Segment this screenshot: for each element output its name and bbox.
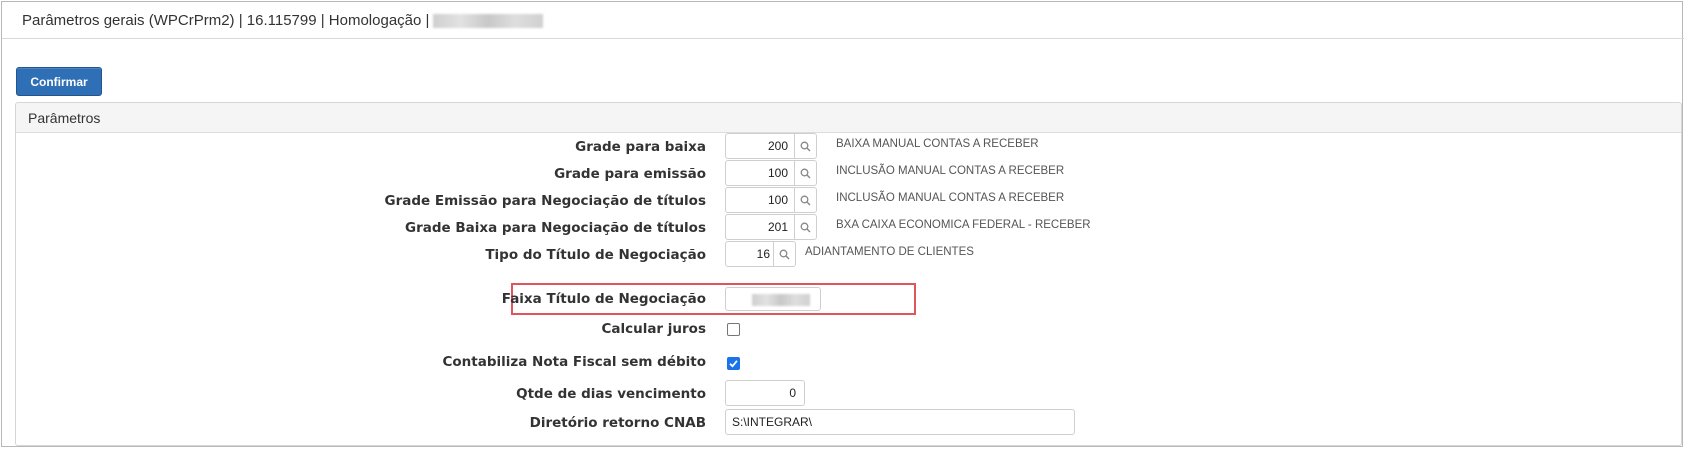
grade-emissao-negociacao-description: INCLUSÃO MANUAL CONTAS A RECEBER xyxy=(836,192,1065,204)
window-title-text: Parâmetros gerais (WPCrPrm2) | 16.115799… xyxy=(22,12,430,29)
search-icon[interactable] xyxy=(794,161,816,185)
grade-emissao-negociacao-label: Grade Emissão para Negociação de títulos xyxy=(384,193,706,209)
faixa-titulo-negociacao-label: Faixa Título de Negociação xyxy=(501,291,706,307)
row-grade-baixa-negociacao: Grade Baixa para Negociação de títulos B… xyxy=(16,214,1681,242)
grade-emissao-input[interactable] xyxy=(726,161,794,185)
search-icon[interactable] xyxy=(773,242,795,266)
diretorio-cnab-input[interactable] xyxy=(725,409,1075,435)
grade-baixa-negociacao-input[interactable] xyxy=(726,215,794,239)
tipo-titulo-negociacao-lookup xyxy=(725,241,796,267)
contabiliza-nf-checkbox[interactable] xyxy=(727,357,740,370)
window-title: Parâmetros gerais (WPCrPrm2) | 16.115799… xyxy=(22,12,544,29)
grade-emissao-description: INCLUSÃO MANUAL CONTAS A RECEBER xyxy=(836,165,1065,177)
calcular-juros-checkbox[interactable] xyxy=(727,323,740,336)
search-icon[interactable] xyxy=(794,215,816,239)
row-grade-baixa: Grade para baixa BAIXA MANUAL CONTAS A R… xyxy=(16,133,1681,161)
grade-emissao-lookup xyxy=(725,160,817,186)
grade-baixa-negociacao-description: BXA CAIXA ECONOMICA FEDERAL - RECEBER xyxy=(836,219,1091,231)
grade-baixa-negociacao-label: Grade Baixa para Negociação de títulos xyxy=(405,220,706,236)
row-grade-emissao-negociacao: Grade Emissão para Negociação de títulos… xyxy=(16,187,1681,215)
row-qtde-dias: Qtde de dias vencimento xyxy=(16,380,1681,408)
grade-baixa-negociacao-lookup xyxy=(725,214,817,240)
faixa-titulo-negociacao-input[interactable] xyxy=(725,287,821,311)
calcular-juros-label: Calcular juros xyxy=(601,321,706,337)
qtde-dias-input[interactable] xyxy=(725,380,805,406)
redacted-value xyxy=(752,294,810,306)
search-icon[interactable] xyxy=(794,134,816,158)
contabiliza-nf-label: Contabiliza Nota Fiscal sem débito xyxy=(442,354,706,370)
grade-baixa-label: Grade para baixa xyxy=(575,139,706,155)
grade-baixa-lookup xyxy=(725,133,817,159)
redacted-environment xyxy=(433,14,544,29)
grade-baixa-input[interactable] xyxy=(726,134,794,158)
row-faixa-titulo-negociacao: Faixa Título de Negociação xyxy=(16,285,1681,313)
confirm-button[interactable]: Confirmar xyxy=(16,67,102,96)
grade-emissao-label: Grade para emissão xyxy=(554,166,706,182)
row-grade-emissao: Grade para emissão INCLUSÃO MANUAL CONTA… xyxy=(16,160,1681,188)
grade-emissao-negociacao-input[interactable] xyxy=(726,188,794,212)
row-tipo-titulo-negociacao: Tipo do Título de Negociação ADIANTAMENT… xyxy=(16,241,1681,269)
grade-baixa-description: BAIXA MANUAL CONTAS A RECEBER xyxy=(836,138,1039,150)
title-bar: Parâmetros gerais (WPCrPrm2) | 16.115799… xyxy=(2,2,1684,39)
tipo-titulo-negociacao-label: Tipo do Título de Negociação xyxy=(485,247,706,263)
parameters-panel: Parâmetros Grade para baixa BAIXA MANUAL… xyxy=(15,102,1682,446)
row-calcular-juros: Calcular juros xyxy=(16,315,1681,343)
row-contabiliza-nf: Contabiliza Nota Fiscal sem débito xyxy=(16,348,1681,376)
tipo-titulo-negociacao-input[interactable] xyxy=(726,242,773,266)
diretorio-cnab-label: Diretório retorno CNAB xyxy=(529,415,706,431)
row-diretorio-cnab: Diretório retorno CNAB xyxy=(16,409,1681,437)
search-icon[interactable] xyxy=(794,188,816,212)
check-icon xyxy=(729,360,738,368)
grade-emissao-negociacao-lookup xyxy=(725,187,817,213)
qtde-dias-label: Qtde de dias vencimento xyxy=(516,386,706,402)
tipo-titulo-negociacao-description: ADIANTAMENTO DE CLIENTES xyxy=(805,246,974,258)
panel-heading: Parâmetros xyxy=(16,103,1681,133)
